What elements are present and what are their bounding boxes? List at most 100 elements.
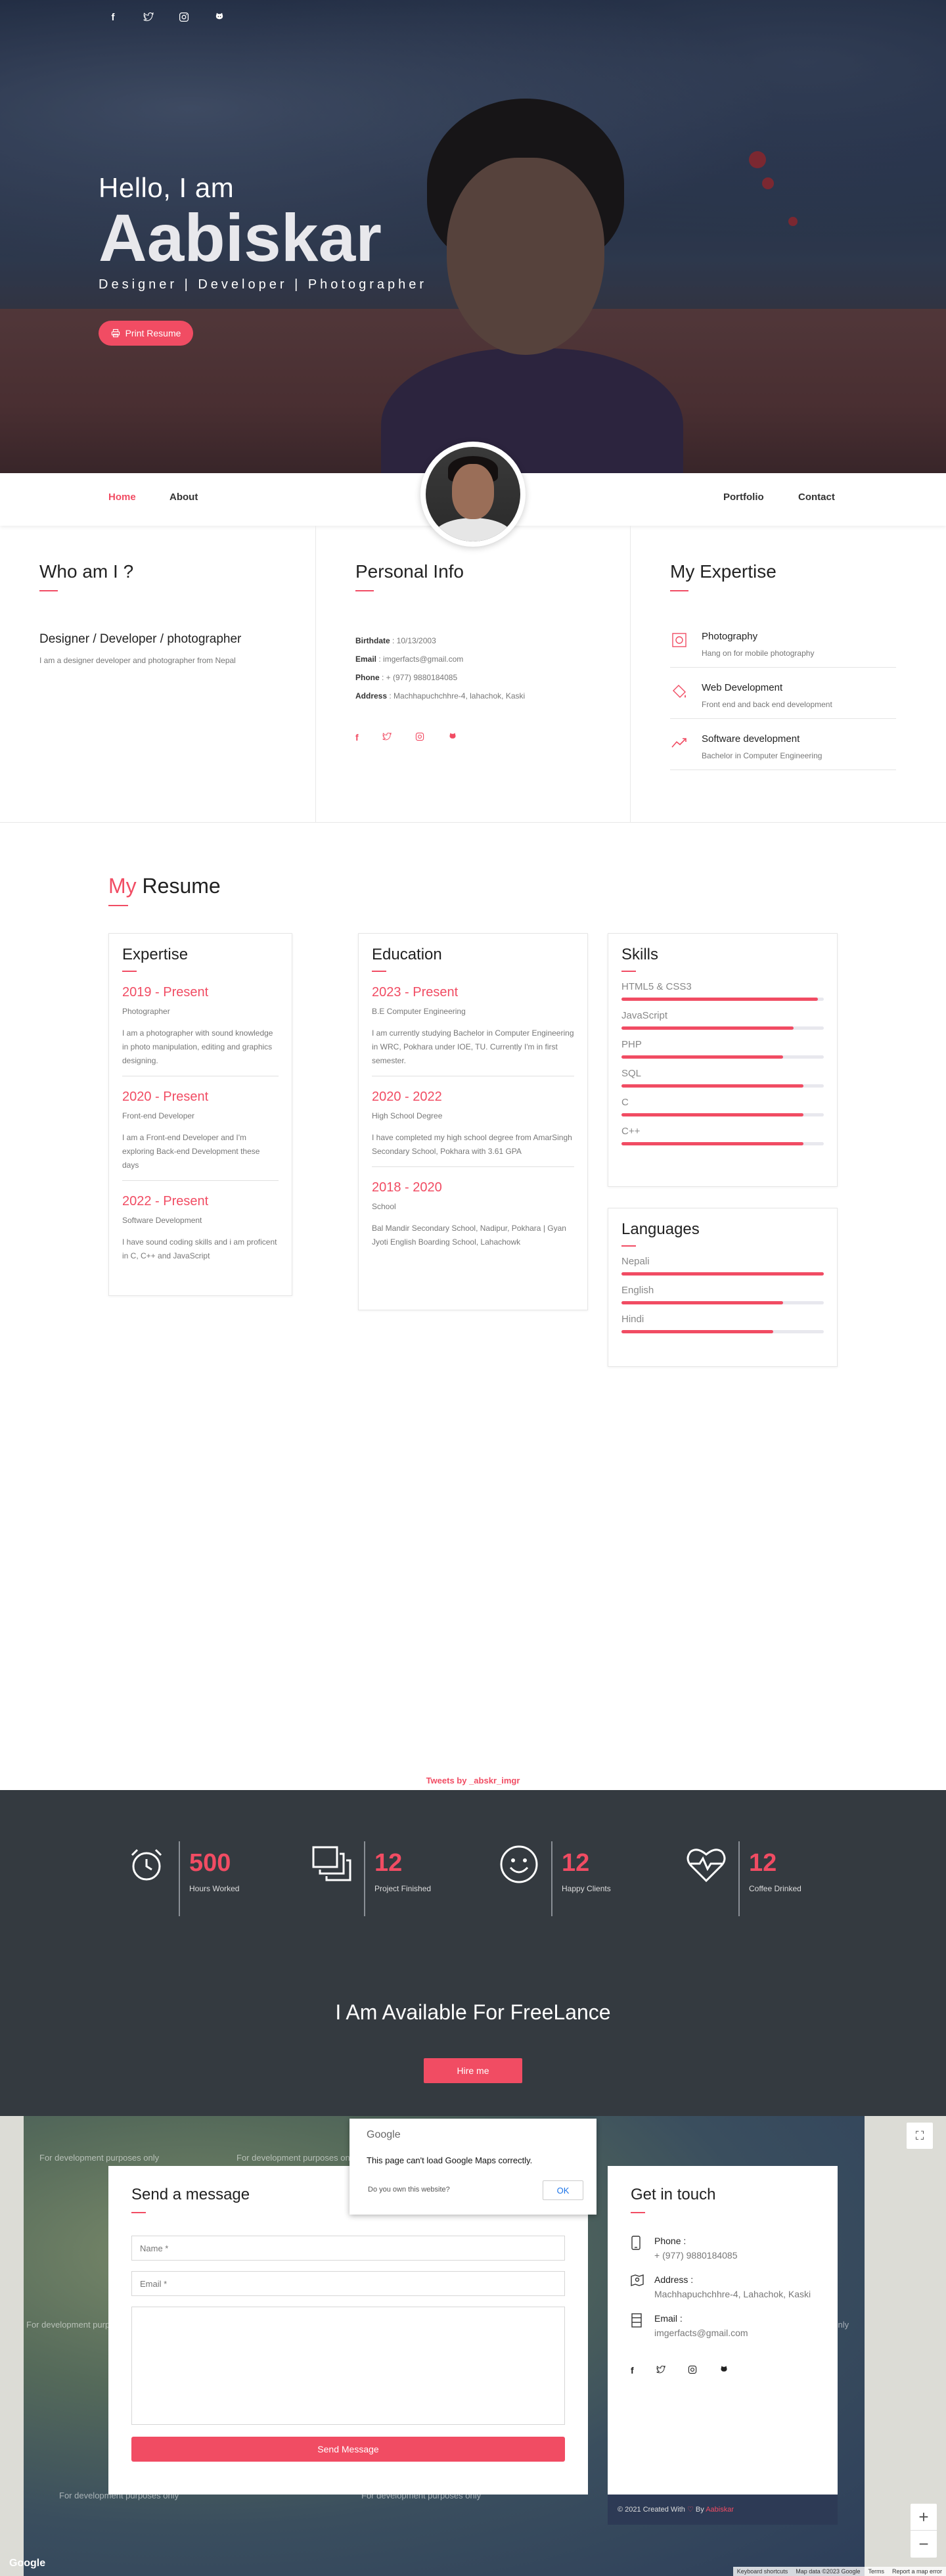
tweets-link[interactable]: Tweets by _abskr_imgr xyxy=(0,1776,946,1785)
contact-phone: Phone : + (977) 9880184085 xyxy=(631,2236,815,2263)
name-field[interactable] xyxy=(131,2236,565,2261)
report-map-error-link[interactable]: Report a map error xyxy=(892,2568,942,2575)
hero-section: f Hello, I am Aabiskar Designer | Develo… xyxy=(0,0,946,473)
github-icon[interactable] xyxy=(719,2365,729,2376)
facebook-icon[interactable]: f xyxy=(105,9,121,25)
entry-year: 2019 - Present xyxy=(122,985,209,1000)
skill-bar xyxy=(621,1142,824,1145)
footer-copyright: © 2021 Created With ♡ By Aabiskar xyxy=(608,2495,838,2525)
skill-bar xyxy=(621,1026,824,1030)
resume-heading-title: Resume xyxy=(142,874,221,898)
alarm-clock-icon xyxy=(124,1841,169,1887)
facebook-icon[interactable]: f xyxy=(631,2365,634,2376)
print-resume-button[interactable]: Print Resume xyxy=(99,321,193,346)
author-link[interactable]: Aabiskar xyxy=(706,2506,734,2514)
facebook-icon[interactable]: f xyxy=(355,732,359,743)
get-in-touch-card: Get in touch Phone : + (977) 9880184085 A… xyxy=(608,2166,838,2495)
dialog-ok-button[interactable]: OK xyxy=(543,2180,583,2200)
education-entry: 2020 - 2022 High School Degree I have co… xyxy=(372,1090,574,1167)
email-label: Email : xyxy=(654,2313,683,2324)
counter-label: Happy Clients xyxy=(562,1884,611,1893)
who-heading: Who am I ? xyxy=(39,561,134,582)
language-label: English xyxy=(621,1285,654,1296)
twitter-icon[interactable] xyxy=(141,9,156,25)
avatar xyxy=(420,442,526,547)
skills-card: Skills HTML5 & CSS3 JavaScript PHP SQL C… xyxy=(608,933,838,1187)
twitter-icon[interactable] xyxy=(656,2365,665,2376)
language-item: English xyxy=(621,1285,824,1304)
avatar-photo xyxy=(426,447,520,541)
address-label: Address : xyxy=(654,2274,694,2285)
expertise-entry: 2020 - Present Front-end Developer I am … xyxy=(122,1090,279,1181)
expertise-subtitle: Front end and back end development xyxy=(702,700,832,709)
instagram-icon[interactable] xyxy=(688,2365,697,2376)
expertise-entry: 2022 - Present Software Development I ha… xyxy=(122,1194,279,1271)
language-bar-fill xyxy=(621,1272,824,1276)
zoom-in-button[interactable]: + xyxy=(911,2504,937,2531)
phone-value: + (977) 9880184085 xyxy=(654,2250,738,2261)
nav-home[interactable]: Home xyxy=(108,492,136,503)
twitter-icon[interactable] xyxy=(382,732,392,743)
fullscreen-icon[interactable]: ⛶ xyxy=(907,2123,933,2149)
skill-label: C xyxy=(621,1097,629,1108)
map-watermark: For development purposes only xyxy=(236,2153,357,2163)
skills-list: HTML5 & CSS3 JavaScript PHP SQL C C++ xyxy=(621,981,824,1145)
copyright-text: © 2021 Created With xyxy=(618,2506,685,2514)
nav-contact[interactable]: Contact xyxy=(798,492,835,503)
entry-year: 2020 - Present xyxy=(122,1090,209,1104)
expertise-item-web: Web Development Front end and back end d… xyxy=(670,682,896,719)
map-book-icon xyxy=(631,2274,645,2301)
skill-bar xyxy=(621,1113,824,1116)
expertise-entry: 2019 - Present Photographer I am a photo… xyxy=(122,985,279,1076)
entry-year: 2022 - Present xyxy=(122,1194,209,1208)
language-item: Hindi xyxy=(621,1314,824,1333)
language-bar xyxy=(621,1272,824,1276)
keyboard-shortcuts-link[interactable]: Keyboard shortcuts xyxy=(737,2568,788,2575)
nav-portfolio[interactable]: Portfolio xyxy=(723,492,764,503)
heart-icon: ♡ xyxy=(687,2506,694,2514)
who-title: Designer / Developer / photographer xyxy=(39,632,242,646)
email-field[interactable] xyxy=(131,2271,565,2296)
languages-card-heading: Languages xyxy=(621,1220,700,1238)
paint-bucket-icon xyxy=(670,682,688,701)
skills-card-heading: Skills xyxy=(621,946,659,963)
contact-address: Address : Machhapuchchhre-4, Lahachok, Ka… xyxy=(631,2274,815,2301)
expertise-subtitle: Hang on for mobile photography xyxy=(702,649,815,658)
personal-info-heading: Personal Info xyxy=(355,561,464,582)
send-message-button[interactable]: Send Message xyxy=(131,2437,565,2462)
heading-underline xyxy=(39,590,58,591)
freelance-heading: I Am Available For FreeLance xyxy=(335,2000,611,2024)
heading-underline xyxy=(631,2212,645,2213)
resume-heading-my: My xyxy=(108,874,137,898)
printer-icon xyxy=(111,329,120,338)
entry-role: High School Degree xyxy=(372,1111,443,1120)
github-icon[interactable] xyxy=(448,732,457,743)
skill-item: HTML5 & CSS3 xyxy=(621,981,824,1001)
address-value: Machhapuchchhre-4, Lahachok, Kaski xyxy=(654,2289,811,2299)
nav-about[interactable]: About xyxy=(169,492,198,503)
entry-role: Software Development xyxy=(122,1216,202,1225)
expertise-title: Photography xyxy=(702,631,758,642)
skill-bar-fill xyxy=(621,998,818,1001)
skill-bar xyxy=(621,998,824,1001)
skill-item: JavaScript xyxy=(621,1010,824,1030)
map-data-text: Map data ©2023 Google xyxy=(796,2568,861,2575)
hire-me-button[interactable]: Hire me xyxy=(424,2058,522,2083)
phone-icon xyxy=(631,2236,645,2263)
terms-link[interactable]: Terms xyxy=(868,2568,884,2575)
instagram-icon[interactable] xyxy=(415,732,424,743)
contact-social-links: f xyxy=(631,2365,815,2376)
map-zoom-controls: + − xyxy=(911,2504,937,2558)
zoom-out-button[interactable]: − xyxy=(911,2531,937,2558)
heading-underline xyxy=(372,971,386,972)
instagram-icon[interactable] xyxy=(176,9,192,25)
personal-info-column: Personal Info Birthdate : 10/13/2003 Ema… xyxy=(315,526,631,823)
expertise-item-photography: Photography Hang on for mobile photograp… xyxy=(670,631,896,668)
entry-description: I have completed my high school degree f… xyxy=(372,1133,572,1156)
google-logo: Google xyxy=(9,2558,46,2569)
entry-role: Front-end Developer xyxy=(122,1111,195,1120)
message-textarea[interactable] xyxy=(131,2307,565,2425)
github-icon[interactable] xyxy=(212,9,227,25)
entry-role: B.E Computer Engineering xyxy=(372,1007,466,1016)
who-description: I am a designer developer and photograph… xyxy=(39,656,236,665)
